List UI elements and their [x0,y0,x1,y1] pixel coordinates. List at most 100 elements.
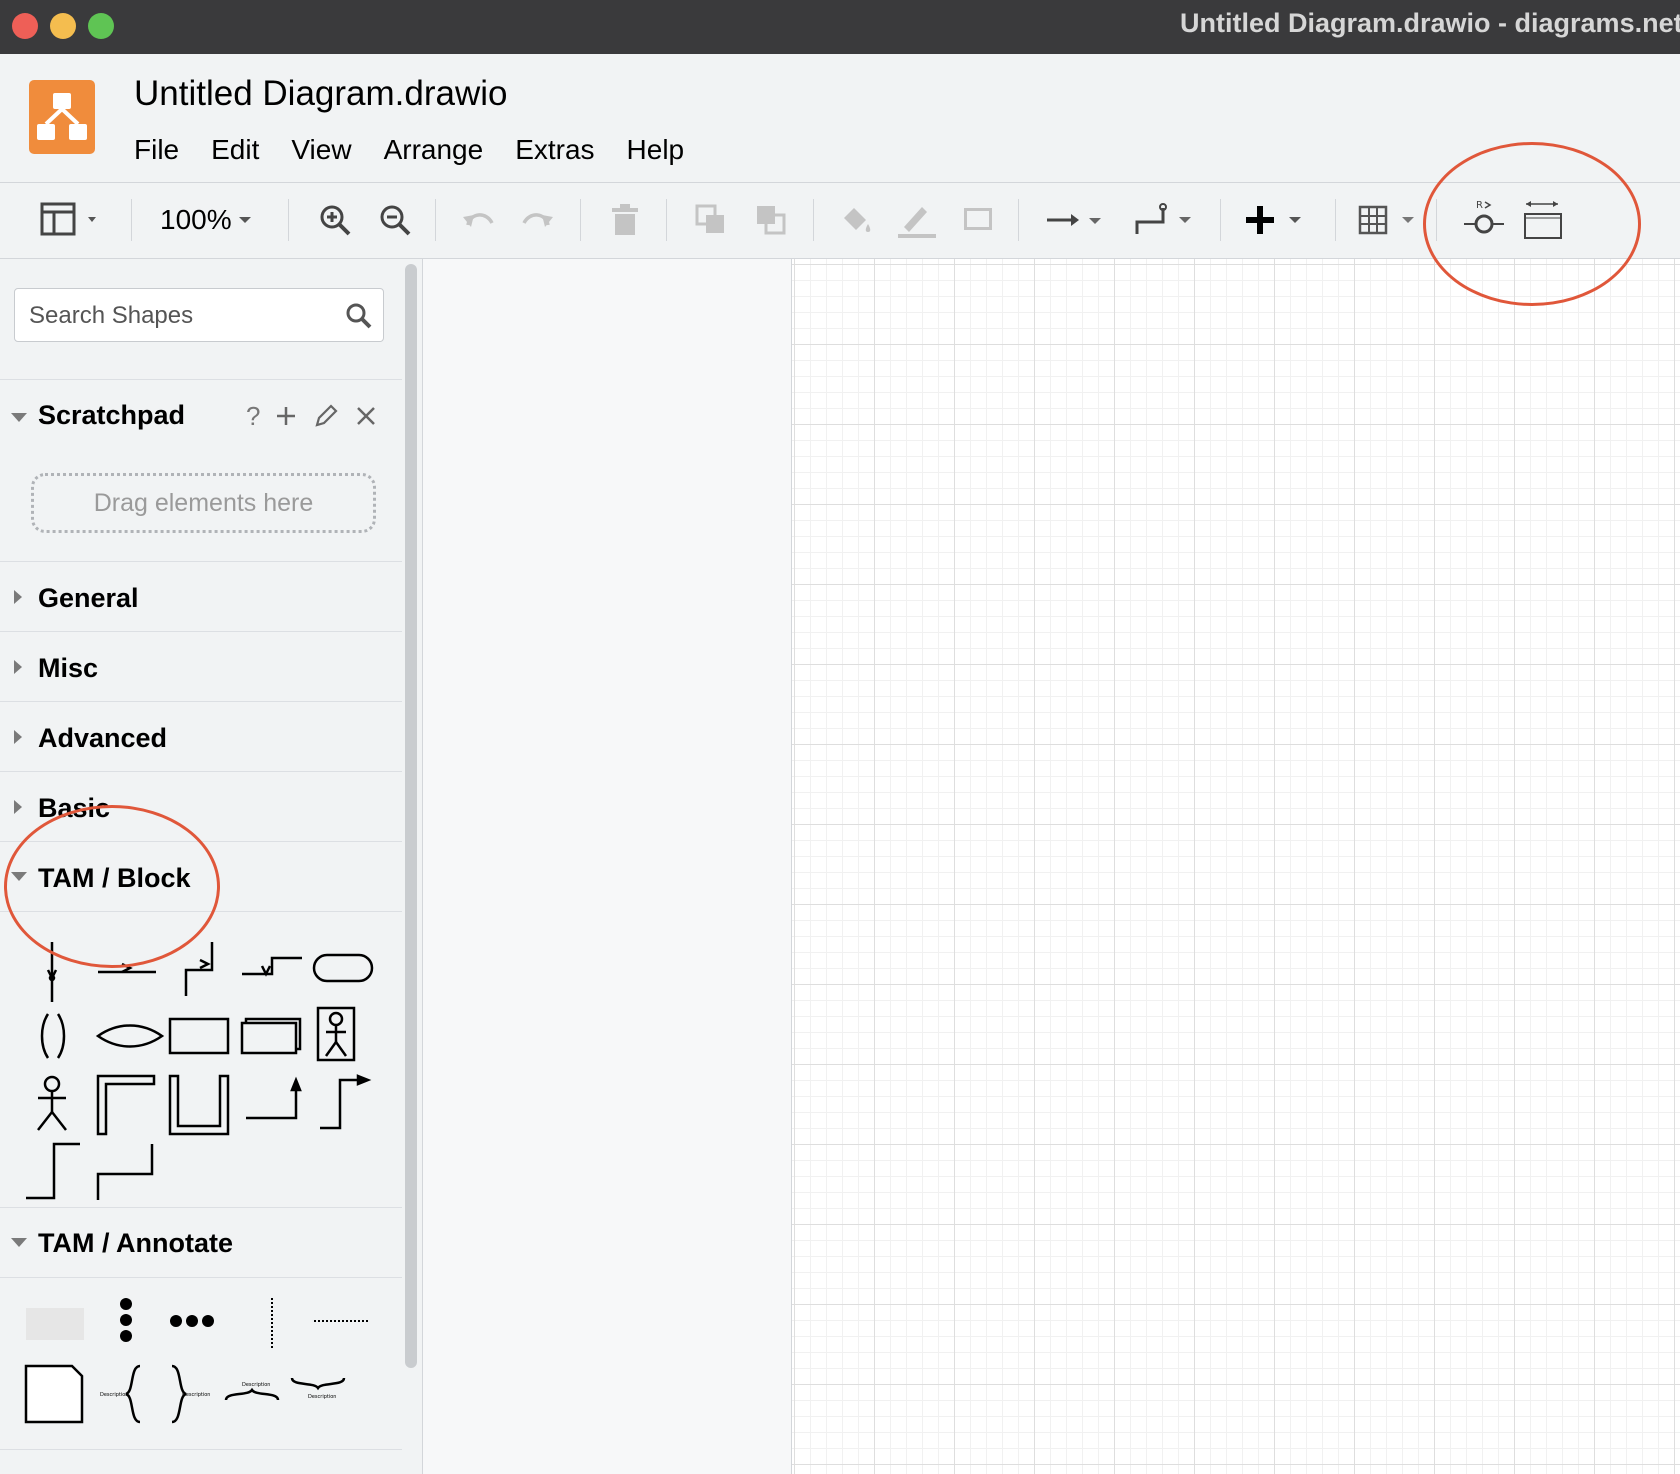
menu-view[interactable]: View [291,134,351,166]
collapsed-arrow-icon [14,730,22,744]
fill-color-icon[interactable] [838,197,874,243]
next-section-header[interactable] [0,1449,402,1474]
tam-corner-shape[interactable] [96,1144,154,1200]
tam-arrow-up-shape[interactable] [246,1076,302,1120]
annotate-description-text: Description [308,1394,336,1400]
zoom-out-icon[interactable] [378,197,412,243]
shadow-icon[interactable] [962,197,996,243]
table-dropdown[interactable] [1358,197,1422,243]
tam-annotate-shapes: Description Description Description Desc… [24,1298,368,1424]
format-panel-toggle-button[interactable] [40,197,110,243]
tam-channel-horizontal-shape[interactable] [98,962,156,974]
toolbar-separator [435,199,436,241]
app-header: Untitled Diagram.drawio File Edit View A… [0,54,1680,183]
menu-extras[interactable]: Extras [515,134,594,166]
document-title[interactable]: Untitled Diagram.drawio [134,74,507,114]
sidebar-scrollbar[interactable] [405,264,417,1368]
tam-horizontal-dots-shape[interactable] [170,1315,214,1327]
tam-arrow-right-shape[interactable] [320,1074,372,1130]
tam-left-brace-shape[interactable]: Description [100,1364,141,1424]
zoom-in-icon[interactable] [318,197,352,243]
toolbar-separator [1335,199,1336,241]
tam-channel-bend-right-shape[interactable] [242,956,302,977]
search-input[interactable] [27,297,341,335]
menu-edit[interactable]: Edit [211,134,259,166]
line-color-icon[interactable] [896,197,938,243]
chevron-down-icon [238,217,251,223]
tam-channel-vertical-shape[interactable] [46,942,58,1002]
menu-help[interactable]: Help [627,134,685,166]
tam-rounded-agent-shape[interactable] [312,953,374,983]
close-icon[interactable] [354,404,378,428]
misc-section[interactable]: Misc [0,631,402,702]
toolbar-separator [1220,199,1221,241]
annotate-description-text: Description [182,1392,210,1398]
tam-block-palette [0,911,402,1208]
collapsed-arrow-icon [14,660,22,674]
general-label: General [38,583,139,613]
tam-port-icon[interactable]: R [1462,197,1508,243]
toolbar-separator [813,199,814,241]
toolbar-separator [1436,199,1437,241]
advanced-section[interactable]: Advanced [0,701,402,772]
general-section[interactable]: General [0,561,402,632]
tam-top-brace-shape[interactable]: Description [224,1382,280,1401]
basic-label: Basic [38,793,111,823]
tam-u-storage-shape[interactable] [168,1074,230,1136]
scratchpad-dropzone[interactable]: Drag elements here [31,473,376,533]
svg-text:R: R [1476,200,1483,211]
minimize-window-button[interactable] [50,13,76,39]
delete-icon[interactable] [610,197,640,243]
menu-file[interactable]: File [134,134,179,166]
window-title: Untitled Diagram.drawio - diagrams.net [1180,8,1680,38]
search-shapes-field[interactable] [14,288,384,342]
to-back-icon[interactable] [754,197,788,243]
scratchpad-header[interactable]: Scratchpad ? [0,386,402,446]
toolbar: 100% R [0,183,1680,259]
tam-human-agent-shape[interactable] [316,1006,356,1062]
scratchpad-section: Scratchpad ? [0,379,402,452]
tam-right-brace-shape[interactable]: Description [171,1364,210,1424]
menu-arrange[interactable]: Arrange [384,134,484,166]
window-titlebar: Untitled Diagram.drawio - diagrams.net [0,0,1680,54]
tam-note-shape[interactable] [24,1364,84,1424]
close-window-button[interactable] [12,13,38,39]
zoom-dropdown[interactable]: 100% [160,197,258,243]
tam-block-section-header[interactable]: TAM / Block [0,841,402,912]
menu-bar: File Edit View Arrange Extras Help [134,134,716,166]
tam-actor-shape[interactable] [37,1075,67,1131]
connection-style-dropdown[interactable] [1045,197,1109,243]
tam-resize-icon[interactable] [1522,197,1568,243]
redo-icon[interactable] [520,197,556,243]
tam-vertical-dots-shape[interactable] [120,1298,132,1342]
waypoints-dropdown[interactable] [1133,197,1197,243]
tam-storage-bend-shape[interactable] [96,1074,156,1136]
scratchpad-help-icon[interactable]: ? [246,401,260,432]
diagram-canvas-grid[interactable] [791,259,1680,1474]
tam-step-shape[interactable] [26,1142,80,1200]
collapsed-arrow-icon [14,800,22,814]
tam-rectangle-shape[interactable] [168,1017,230,1055]
tam-annotate-section-header[interactable]: TAM / Annotate [0,1207,402,1278]
expanded-arrow-icon [11,1238,27,1247]
add-icon[interactable] [274,404,298,428]
expanded-arrow-icon [11,413,27,422]
undo-icon[interactable] [460,197,496,243]
tam-bottom-brace-shape[interactable]: Description [290,1377,346,1400]
toolbar-separator [666,199,667,241]
misc-label: Misc [38,653,99,683]
tam-parentheses-shape[interactable] [40,1013,66,1059]
tam-lens-shape[interactable] [95,1024,165,1048]
maximize-window-button[interactable] [88,13,114,39]
to-front-icon[interactable] [694,197,728,243]
edit-icon[interactable] [313,403,339,429]
tam-channel-bend-up-shape[interactable] [184,942,214,996]
basic-section[interactable]: Basic [0,771,402,842]
tam-gray-area-shape[interactable] [26,1308,84,1340]
insert-dropdown[interactable] [1245,197,1311,243]
tam-multiple-agent-shape[interactable] [240,1017,302,1055]
search-icon[interactable] [345,302,373,330]
toolbar-separator [131,199,132,241]
canvas-background[interactable] [423,259,791,1474]
toolbar-separator [1018,199,1019,241]
